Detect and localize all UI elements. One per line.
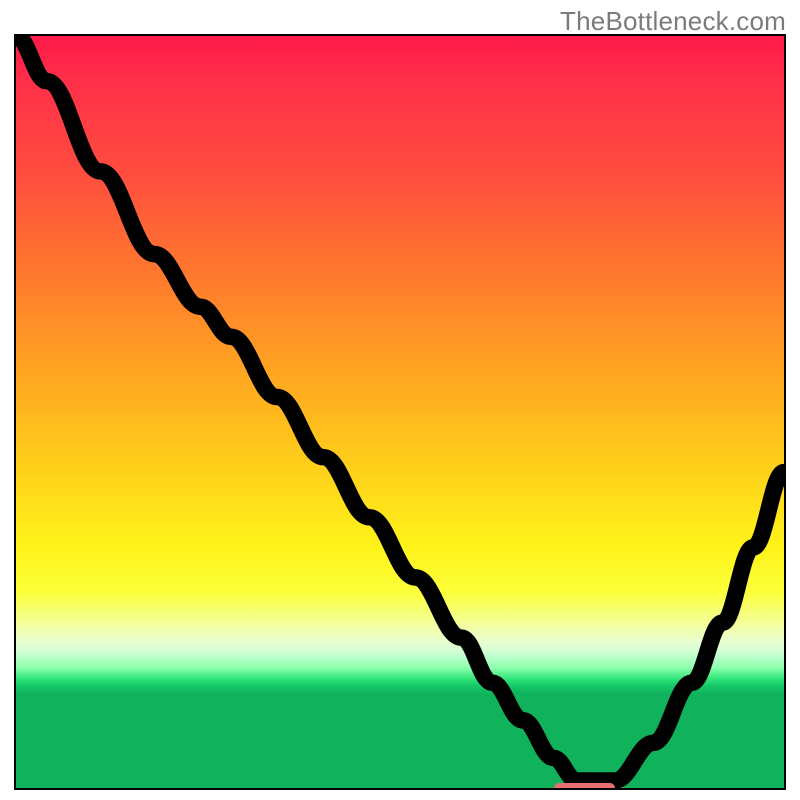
optimal-marker: [554, 783, 615, 790]
bottleneck-curve: [16, 36, 784, 780]
watermark-text: TheBottleneck.com: [560, 6, 786, 37]
chart-plot-area: [14, 34, 786, 790]
curve-svg: [16, 36, 784, 788]
